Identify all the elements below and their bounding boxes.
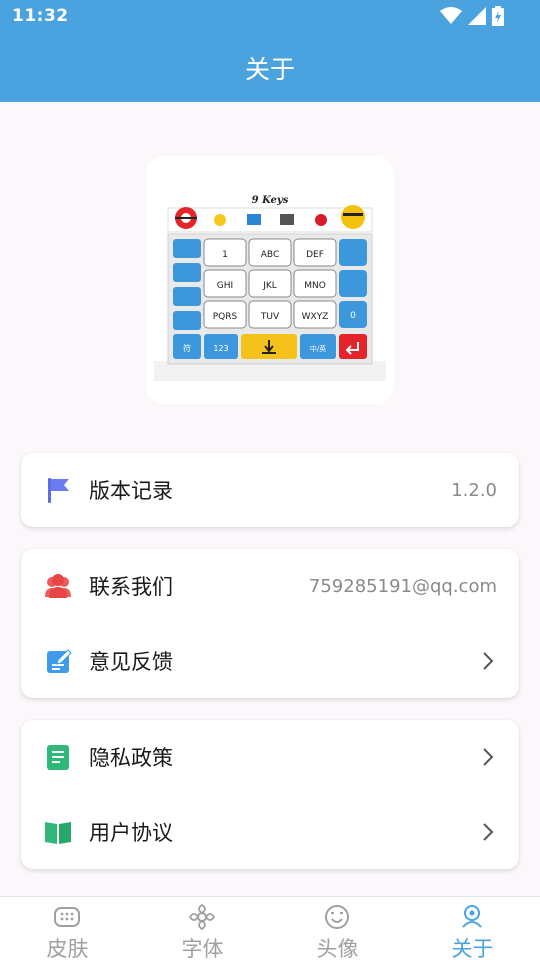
privacy-document-icon	[47, 745, 69, 770]
contact-label: 联系我们	[89, 575, 173, 599]
version-value: 1.2.0	[451, 479, 497, 501]
user-agreement-row[interactable]: 用户协议	[21, 795, 519, 869]
contact-row[interactable]: 联系我们 759285191@qq.com	[21, 549, 519, 623]
keyboard-logo-image: 9 Keys 1 ABC DEF GHI JKL MNO PQRS TUV WX…	[146, 156, 394, 404]
nav-label-about: 关于	[451, 937, 494, 960]
chevron-right-icon	[483, 748, 494, 766]
about-icon	[462, 905, 482, 928]
app-logo: 9 Keys 1 ABC DEF GHI JKL MNO PQRS TUV WX…	[146, 156, 394, 404]
contact-users-icon	[45, 574, 71, 598]
version-history-row[interactable]: 版本记录 1.2.0	[21, 453, 519, 527]
contact-card: 联系我们 759285191@qq.com 意见反馈	[21, 549, 519, 698]
flag-icon	[48, 478, 69, 503]
nav-item-font[interactable]: 字体	[135, 897, 270, 960]
contact-email[interactable]: 759285191@qq.com	[309, 576, 497, 597]
wifi-icon	[440, 7, 462, 24]
logo-key-5: JKL	[262, 281, 277, 291]
logo-key-3: DEF	[306, 250, 324, 260]
signal-icon	[468, 7, 486, 25]
feedback-label: 意见反馈	[89, 650, 173, 674]
user-agreement-label: 用户协议	[89, 821, 173, 845]
privacy-policy-label: 隐私政策	[89, 746, 173, 770]
status-icons	[440, 6, 504, 26]
nav-label-font: 字体	[181, 937, 224, 960]
nav-item-about[interactable]: 关于	[405, 897, 540, 960]
logo-key-1: 1	[222, 250, 228, 260]
chevron-right-icon	[483, 823, 494, 841]
version-card: 版本记录 1.2.0	[21, 453, 519, 527]
feedback-edit-icon	[47, 649, 72, 673]
logo-key-symbol: 符	[183, 343, 191, 353]
logo-key-123: 123	[213, 344, 228, 353]
app-header: 11:32 关于	[0, 0, 540, 102]
battery-icon	[492, 6, 504, 26]
logo-key-8: TUV	[260, 312, 280, 322]
face-icon	[325, 905, 349, 929]
nav-item-skin[interactable]: 皮肤	[0, 897, 135, 960]
logo-key-2: ABC	[261, 250, 279, 260]
nav-label-skin: 皮肤	[46, 937, 89, 960]
keyboard-icon	[54, 907, 80, 927]
book-icon	[45, 822, 71, 844]
logo-key-9: WXYZ	[302, 312, 329, 322]
logo-key-zero: 0	[350, 311, 356, 321]
logo-key-4: GHI	[217, 281, 233, 291]
nav-item-avatar[interactable]: 头像	[270, 897, 405, 960]
chevron-right-icon	[483, 652, 494, 670]
status-time: 11:32	[12, 6, 69, 26]
policy-card: 隐私政策 用户协议	[21, 720, 519, 869]
flower-icon	[188, 903, 216, 931]
nav-label-avatar: 头像	[316, 937, 359, 960]
logo-key-lang: 中/英	[310, 344, 326, 353]
privacy-policy-row[interactable]: 隐私政策	[21, 720, 519, 794]
page-title: 关于	[244, 55, 295, 84]
logo-key-7: PQRS	[213, 312, 238, 322]
bottom-navigation: 皮肤 字体 头像 关于	[0, 896, 540, 960]
logo-caption: 9 Keys	[252, 195, 289, 206]
feedback-row[interactable]: 意见反馈	[21, 624, 519, 698]
version-history-label: 版本记录	[89, 479, 173, 503]
logo-key-6: MNO	[304, 281, 326, 291]
